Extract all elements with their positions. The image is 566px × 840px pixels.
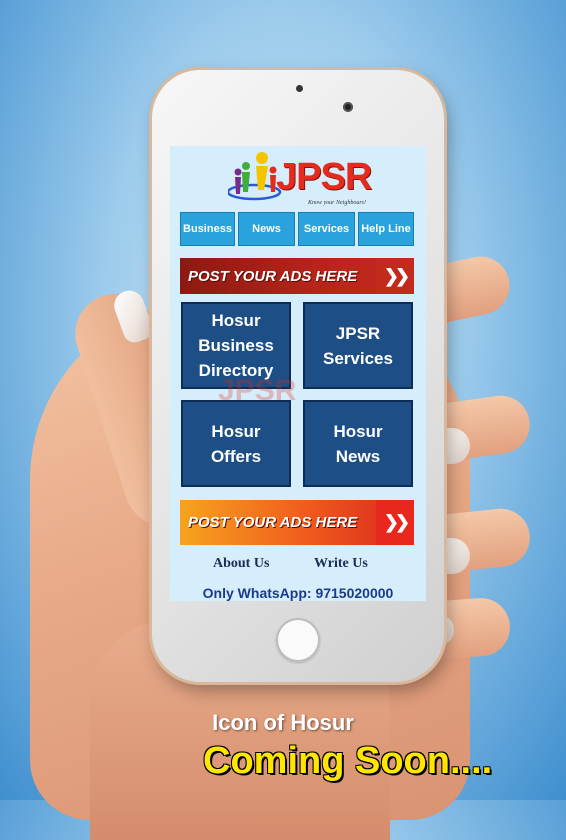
double-chevron-right-icon: ❯❯ — [376, 258, 414, 294]
phone-device: JPSR Know your Neighbours! Business News… — [152, 70, 444, 682]
nav-business[interactable]: Business — [180, 212, 235, 246]
phone-speaker — [296, 85, 303, 92]
phone-screen: JPSR Know your Neighbours! Business News… — [170, 146, 426, 601]
about-us-link[interactable]: About Us — [213, 556, 269, 572]
tile-label: Business — [198, 336, 274, 355]
phone-home-button[interactable] — [276, 618, 320, 662]
app-logo[interactable]: JPSR Know your Neighbours! — [228, 150, 372, 214]
tile-label: News — [335, 446, 381, 466]
tile-label: Hosur — [211, 311, 261, 330]
post-ads-banner-bottom[interactable]: POST YOUR ADS HERE ❯❯ — [180, 500, 414, 545]
caption-tagline: Icon of Hosur — [212, 710, 354, 735]
tile-jpsr-services[interactable]: JPSR Services — [303, 302, 413, 389]
whatsapp-contact[interactable]: Only WhatsApp: 9715020000 — [170, 585, 426, 601]
tile-label: Services — [323, 348, 393, 368]
phone-camera — [343, 102, 353, 112]
banner-text: POST YOUR ADS HERE — [188, 267, 358, 285]
nav-services[interactable]: Services — [298, 212, 355, 246]
logo-tagline: Know your Neighbours! — [308, 200, 367, 206]
caption-coming-soon: Coming Soon.... — [203, 740, 493, 782]
tile-hosur-news[interactable]: Hosur News — [303, 400, 413, 487]
tile-hosur-offers[interactable]: Hosur Offers — [181, 400, 291, 487]
tile-label: Hosur — [211, 421, 261, 441]
nav-news[interactable]: News — [238, 212, 295, 246]
tile-label: JPSR — [335, 323, 381, 343]
post-ads-banner-top[interactable]: POST YOUR ADS HERE ❯❯ — [180, 258, 414, 294]
banner-text: POST YOUR ADS HERE — [188, 514, 358, 531]
tile-label: Hosur — [333, 421, 383, 441]
write-us-link[interactable]: Write Us — [314, 556, 368, 572]
double-chevron-right-icon: ❯❯ — [376, 500, 414, 545]
tile-label: Offers — [210, 446, 262, 466]
nav-help-line[interactable]: Help Line — [358, 212, 414, 246]
logo-text: JPSR — [276, 156, 372, 198]
